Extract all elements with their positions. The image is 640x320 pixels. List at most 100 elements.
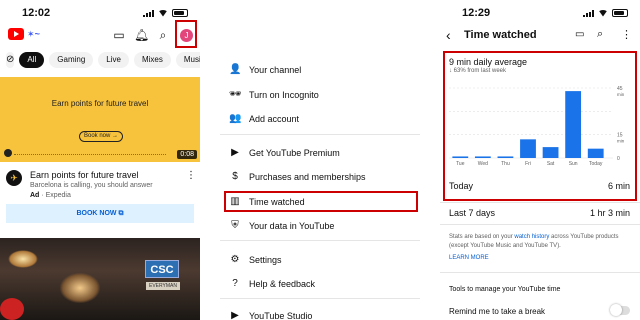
menu-item-label: Add account (249, 114, 300, 124)
ad-banner-book-button[interactable]: Book now → (79, 131, 123, 142)
menu-item-9[interactable]: ▶ YouTube Studio (220, 306, 420, 320)
photo-sign-sub: EVERYMAN (146, 282, 180, 290)
menu-item-7[interactable]: ⚙ Settings (220, 250, 420, 272)
more-vert-icon[interactable]: ⋮ (621, 28, 632, 41)
chart-bar (474, 156, 491, 158)
cast-icon[interactable]: ▭ (112, 28, 126, 42)
remind-break-toggle[interactable] (610, 304, 630, 316)
menu-item-label: YouTube Studio (249, 311, 313, 320)
y-tick-label: 0 (617, 156, 620, 162)
x-tick-label: Sun (569, 161, 578, 167)
x-tick-label: Wed (478, 161, 488, 167)
menu-item-3[interactable]: ▶ Get YouTube Premium (220, 143, 420, 165)
y-tick-unit: min (617, 92, 625, 97)
gear-icon: ⚙ (230, 254, 240, 265)
last-7-days-label: Last 7 days (449, 208, 496, 218)
status-time: 12:02 (22, 7, 51, 19)
highlight-avatar (175, 20, 197, 48)
watch-history-link[interactable]: watch history (514, 234, 549, 240)
menu-divider (220, 134, 420, 135)
dollar-icon: $ (232, 171, 238, 182)
home-screen: 12:02 ✶~ ▭ 🔔︎ ⌕ J ⊘ All Gaming Live Mixe… (0, 0, 200, 320)
video-thumbnail-photo[interactable]: CSC EVERYMAN (0, 238, 200, 320)
signal-icon (583, 9, 594, 17)
daily-average: 9 min daily average (449, 57, 528, 67)
account-menu-screen: 👤 Your channel 🕶 Turn on Incognito 👥 Add acco… (220, 0, 420, 320)
menu-item-label: Your data in YouTube (249, 221, 335, 231)
menu-item-2[interactable]: 👥 Add account (220, 109, 420, 131)
y-tick-unit: min (617, 139, 625, 144)
menu-item-0[interactable]: 👤 Your channel (220, 60, 420, 82)
menu-item-4[interactable]: $ Purchases and memberships (220, 167, 420, 189)
search-icon[interactable]: ⌕ (597, 28, 603, 41)
x-tick-label: Sat (547, 161, 555, 167)
menu-divider (220, 298, 420, 299)
highlight-time-watched (224, 191, 418, 212)
youtube-logo[interactable] (8, 28, 24, 40)
photo-sign: CSC (145, 260, 179, 278)
studio-icon: ▶ (231, 310, 239, 320)
chip-music[interactable]: Music (175, 52, 200, 68)
battery-icon (172, 9, 188, 17)
signal-icon (143, 9, 154, 17)
add-account-icon: 👥 (229, 113, 242, 124)
back-arrow-icon[interactable]: ‹ (446, 27, 451, 43)
page-title: Time watched (464, 29, 537, 41)
time-watched-header: ‹ Time watched ▭ ⌕ ⋮ (440, 24, 640, 48)
x-tick-label: Tue (456, 161, 465, 167)
wifi-icon (158, 9, 168, 17)
ad-sponsor-line: Ad · Expedia (30, 192, 71, 199)
ad-meta: ✈ Earn points for future travel Barcelon… (6, 168, 196, 202)
chip-live[interactable]: Live (98, 52, 129, 68)
premium-icon: ▶ (231, 147, 239, 158)
more-vert-icon[interactable]: ⋮ (186, 170, 196, 181)
chip-mixes[interactable]: Mixes (133, 52, 171, 68)
menu-item-label: Turn on Incognito (249, 90, 319, 100)
top-app-bar: ✶~ ▭ 🔔︎ ⌕ J (0, 24, 200, 48)
menu-item-label: Get YouTube Premium (249, 148, 340, 158)
incognito-icon: 🕶 (229, 89, 242, 100)
chip-gaming[interactable]: Gaming (49, 52, 94, 68)
search-icon[interactable]: ⌕ (156, 28, 170, 42)
last-7-days-value: 1 hr 3 min (589, 208, 630, 218)
chip-all[interactable]: All (19, 52, 45, 68)
x-tick-label: Thu (501, 161, 510, 167)
ad-video-thumbnail[interactable]: Earn points for future travel Book now →… (0, 77, 200, 162)
chart-bar (497, 156, 514, 158)
bell-icon[interactable]: 🔔︎ (134, 28, 149, 42)
shield-icon: ⛨ (231, 220, 239, 231)
video-duration: 0:08 (177, 150, 197, 159)
tools-heading: Tools to manage your YouTube time (449, 286, 561, 293)
chart-bar (587, 148, 604, 158)
status-time: 12:29 (462, 7, 491, 19)
menu-item-1[interactable]: 🕶 Turn on Incognito (220, 85, 420, 107)
time-watched-chart: 45min15min0Tue Wed Thu Fri Sat Sun Today (449, 86, 625, 167)
today-label: Today (449, 181, 474, 191)
menu-item-label: Help & feedback (249, 279, 316, 289)
ad-subtitle: Barcelona is calling, you should answer (30, 182, 153, 189)
filter-chips: ⊘ All Gaming Live Mixes Music (6, 50, 200, 70)
status-bar: 12:29 (440, 0, 640, 24)
weekly-change: ↓ 63% from last week (449, 68, 507, 74)
explore-compass-icon[interactable]: ⊘ (6, 52, 15, 68)
ad-badge-icon (4, 149, 12, 157)
advertiser-avatar-icon[interactable]: ✈ (6, 170, 22, 186)
chart-bar (565, 91, 582, 158)
remind-break-label: Remind me to take a break (449, 307, 546, 316)
chart-bar (542, 147, 559, 158)
book-now-button[interactable]: BOOK NOW ⧉ (6, 204, 194, 223)
advertiser-name: · Expedia (39, 192, 71, 199)
menu-item-8[interactable]: ? Help & feedback (220, 274, 420, 296)
book-now-label: BOOK NOW (76, 210, 117, 217)
wifi-icon (598, 9, 608, 17)
menu-divider (220, 240, 420, 241)
help-icon: ? (232, 278, 238, 289)
menu-item-label: Settings (249, 255, 282, 265)
menu-item-label: Your channel (249, 65, 302, 75)
learn-more-link[interactable]: LEARN MORE (449, 255, 489, 261)
ad-title[interactable]: Earn points for future travel (30, 170, 139, 180)
stats-note: Stats are based on your watch history ac… (449, 234, 619, 249)
youtube-doodle-logo[interactable]: ✶~ (27, 29, 40, 40)
cast-icon[interactable]: ▭ (575, 29, 584, 40)
menu-item-6[interactable]: ⛨ Your data in YouTube (220, 216, 420, 238)
